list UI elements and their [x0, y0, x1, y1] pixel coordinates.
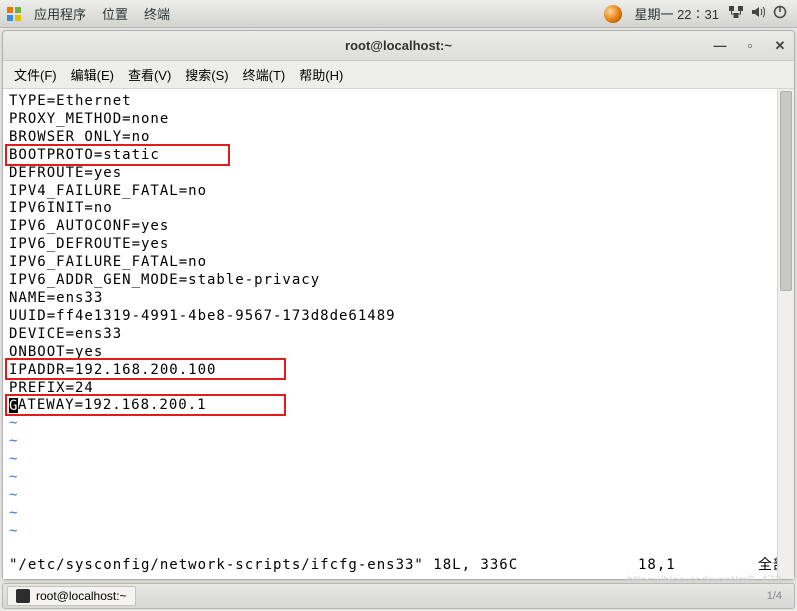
update-indicator-icon[interactable]	[604, 5, 622, 23]
vim-tilde: ~	[9, 523, 788, 541]
file-line: IPADDR=192.168.200.100	[9, 362, 788, 380]
panel-terminal[interactable]: 终端	[136, 4, 178, 23]
network-icon[interactable]	[725, 5, 747, 22]
status-file-info: "/etc/sysconfig/network-scripts/ifcfg-en…	[9, 557, 518, 575]
file-line: IPV6_ADDR_GEN_MODE=stable-privacy	[9, 272, 788, 290]
window-titlebar[interactable]: root@localhost:~ — ▫ ✕	[3, 31, 794, 61]
window-maximize-button[interactable]: ▫	[740, 36, 760, 56]
file-line: PREFIX=24	[9, 380, 788, 398]
file-line: GATEWAY=192.168.200.1	[9, 397, 788, 415]
vim-tilde: ~	[9, 433, 788, 451]
menu-help[interactable]: 帮助(H)	[292, 65, 350, 84]
file-line: IPV4_FAILURE_FATAL=no	[9, 183, 788, 201]
menu-view[interactable]: 查看(V)	[121, 65, 178, 84]
cursor: G	[9, 398, 18, 413]
volume-icon[interactable]	[747, 5, 769, 22]
file-line: PROXY_METHOD=none	[9, 111, 788, 129]
file-line: DEVICE=ens33	[9, 326, 788, 344]
vim-tilde: ~	[9, 469, 788, 487]
file-line: TYPE=Ethernet	[9, 93, 788, 111]
window-close-button[interactable]: ✕	[770, 36, 790, 56]
file-line: IPV6_FAILURE_FATAL=no	[9, 254, 788, 272]
terminal-icon	[16, 589, 30, 603]
file-line: NAME=ens33	[9, 290, 788, 308]
menu-edit[interactable]: 编辑(E)	[64, 65, 121, 84]
vim-tilde: ~	[9, 451, 788, 469]
menu-terminal[interactable]: 终端(T)	[236, 65, 293, 84]
vim-status-line: "/etc/sysconfig/network-scripts/ifcfg-en…	[9, 557, 788, 575]
status-cursor-pos: 18,1	[638, 557, 758, 575]
file-line: IPV6_DEFROUTE=yes	[9, 236, 788, 254]
file-line: IPV6_AUTOCONF=yes	[9, 218, 788, 236]
taskbar-workspace[interactable]: 1/4	[767, 590, 790, 602]
scrollbar-thumb[interactable]	[780, 91, 792, 291]
window-minimize-button[interactable]: —	[710, 36, 730, 56]
file-line: DEFROUTE=yes	[9, 165, 788, 183]
power-icon[interactable]	[769, 5, 791, 22]
bottom-taskbar: root@localhost:~ 1/4	[2, 583, 795, 609]
panel-places[interactable]: 位置	[94, 4, 136, 23]
vim-tilde: ~	[9, 415, 788, 433]
system-panel: 应用程序 位置 终端 星期一 22∶31	[0, 0, 797, 28]
window-title: root@localhost:~	[345, 38, 452, 53]
taskbar-item-label: root@localhost:~	[36, 589, 127, 603]
taskbar-item-terminal[interactable]: root@localhost:~	[7, 586, 136, 606]
file-line: UUID=ff4e1319-4991-4be8-9567-173d8de6148…	[9, 308, 788, 326]
menu-search[interactable]: 搜索(S)	[178, 65, 235, 84]
terminal-scrollbar[interactable]	[777, 89, 794, 579]
panel-clock[interactable]: 星期一 22∶31	[634, 4, 719, 23]
vim-tilde: ~	[9, 487, 788, 505]
vim-tilde: ~	[9, 505, 788, 523]
panel-applications[interactable]: 应用程序	[26, 4, 94, 23]
activities-icon	[6, 6, 22, 22]
file-line: BROWSER_ONLY=no	[9, 129, 788, 147]
terminal-body[interactable]: TYPE=EthernetPROXY_METHOD=noneBROWSER_ON…	[3, 89, 794, 579]
file-line: ONBOOT=yes	[9, 344, 788, 362]
menu-file[interactable]: 文件(F)	[7, 65, 64, 84]
terminal-window: root@localhost:~ — ▫ ✕ 文件(F) 编辑(E) 查看(V)…	[2, 30, 795, 580]
menubar: 文件(F) 编辑(E) 查看(V) 搜索(S) 终端(T) 帮助(H)	[3, 61, 794, 89]
file-line: BOOTPROTO=static	[9, 147, 788, 165]
file-line: IPV6INIT=no	[9, 200, 788, 218]
